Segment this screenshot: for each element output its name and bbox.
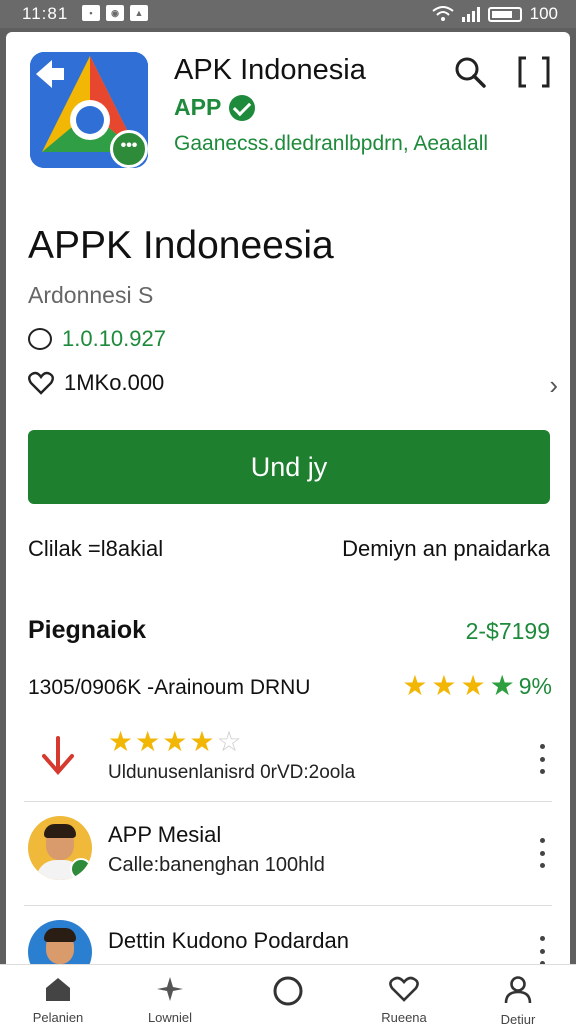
- more-options-icon[interactable]: [538, 838, 546, 868]
- nav-label: Detiur: [500, 1012, 536, 1024]
- chevron-right-icon: ›: [549, 370, 558, 400]
- notification-icon: •: [82, 5, 100, 21]
- likes-count: 1MKo.000: [64, 370, 165, 395]
- list-item-text: Uldunusenlanisrd 0rVD:2oola: [108, 762, 356, 783]
- likes-row[interactable]: 1MKo.000 ›: [28, 370, 558, 400]
- star-icon: ★: [489, 670, 515, 701]
- avatar: [28, 816, 92, 880]
- more-options-icon[interactable]: [538, 744, 546, 774]
- developer-name[interactable]: Ardonnesi S: [28, 282, 153, 309]
- expand-icon[interactable]: [516, 54, 552, 90]
- app-detail-card: ••• APK Indonesia APP Gaanecss.dledranlb…: [6, 32, 570, 1024]
- nav-item-profile[interactable]: Detiur: [478, 975, 558, 1024]
- info-left: Clilak =l8akial: [28, 536, 164, 561]
- heart-icon: [28, 371, 54, 395]
- battery-icon: [487, 6, 522, 22]
- list-item-subtitle: Calle:banenghan 100hld: [108, 854, 325, 876]
- more-options-icon[interactable]: [538, 936, 546, 966]
- notification-icon: ▲: [130, 5, 148, 21]
- star-icon: ★: [135, 726, 161, 757]
- rating-summary: ★ ★ ★ ★ 9%: [402, 672, 552, 700]
- header-app-name: APK Indonesia: [174, 54, 366, 86]
- section-title: Piegnaiok: [28, 616, 147, 644]
- star-icon: ★: [431, 670, 457, 701]
- heart-icon: [389, 976, 419, 1002]
- status-time: 11:81: [22, 4, 69, 23]
- stats-text: 1305/0906K -Arainoum DRNU: [28, 676, 311, 699]
- star-icon: ★: [162, 726, 188, 757]
- notification-icon: ◉: [106, 5, 124, 21]
- nav-label: Lowniel: [147, 1010, 193, 1024]
- star-icon: ★: [108, 726, 134, 757]
- download-button[interactable]: Und jy: [28, 430, 550, 504]
- nav-item-home[interactable]: Pelanien: [18, 975, 98, 1024]
- star-icon: ★: [189, 726, 215, 757]
- app-logo-icon: •••: [30, 52, 148, 168]
- list-item-title: APP Mesial: [108, 822, 222, 847]
- header-tag-label: APP: [174, 94, 222, 120]
- home-icon: [46, 978, 70, 1001]
- list-item-title: Dettin Kudono Podardan: [108, 928, 349, 953]
- bottom-nav: Pelanien Lowniel Rueena Detiur: [0, 964, 576, 1024]
- comment-icon: [28, 328, 52, 350]
- reviews-row: 1.0.10.927: [28, 326, 166, 352]
- status-bar: 11:81 • ◉ ▲ 100: [0, 0, 576, 28]
- star-icon: ★: [402, 670, 428, 701]
- notification-icons: • ◉ ▲: [82, 5, 148, 21]
- star-empty-icon: ☆: [216, 726, 242, 757]
- list-item[interactable]: APP Mesial Calle:banenghan 100hld: [24, 804, 552, 906]
- nav-item-favorites[interactable]: Rueena: [364, 975, 444, 1024]
- reviews-count: 1.0.10.927: [62, 326, 166, 351]
- app-title: APPK Indoneesia: [28, 224, 334, 267]
- app-badge-icon: •••: [110, 130, 148, 168]
- nav-item-lowniel[interactable]: Lowniel: [130, 975, 210, 1024]
- badge-icon: [70, 858, 92, 880]
- nav-item-center[interactable]: [248, 975, 328, 1012]
- list-item[interactable]: ★ ★ ★ ★ ☆ Uldunusenlanisrd 0rVD:2oola: [24, 726, 552, 802]
- circle-icon: [273, 976, 303, 1006]
- signal-icon: [461, 6, 480, 22]
- section-value[interactable]: 2-$7199: [466, 618, 550, 645]
- download-arrow-icon: [42, 736, 74, 776]
- sparkle-icon: [157, 977, 183, 1001]
- nav-label: Rueena: [381, 1010, 427, 1024]
- header-subtitle: Gaanecss.dledranlbpdrn, Aeaalall: [174, 132, 489, 155]
- nav-label: Pelanien: [32, 1010, 84, 1024]
- verified-icon: [229, 94, 256, 121]
- star-icon: ★: [460, 670, 486, 701]
- search-icon[interactable]: [452, 54, 488, 90]
- battery-percent: 100: [529, 4, 558, 23]
- system-icons: 100: [432, 4, 558, 24]
- rating-percent: 9%: [518, 672, 552, 699]
- wifi-icon: [432, 6, 454, 21]
- review-stars: ★ ★ ★ ★ ☆: [108, 728, 242, 756]
- header-tag: APP: [174, 94, 256, 121]
- profile-icon: [504, 976, 532, 1004]
- info-right[interactable]: Demiyn an pnaidarka: [342, 536, 550, 562]
